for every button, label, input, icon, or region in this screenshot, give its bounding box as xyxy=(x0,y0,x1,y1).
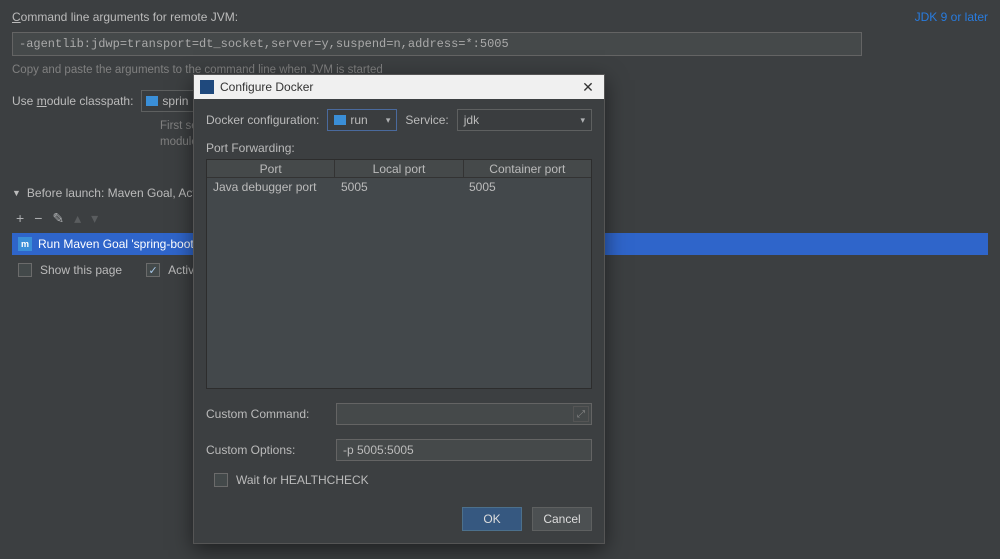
jdk-version-link[interactable]: JDK 9 or later xyxy=(915,10,988,24)
move-down-icon: ▾ xyxy=(91,210,98,227)
dialog-title: Configure Docker xyxy=(220,80,313,94)
maven-icon: m xyxy=(18,237,32,251)
custom-options-input[interactable]: -p 5005:5005 xyxy=(336,439,592,461)
cell-port-name: Java debugger port xyxy=(207,178,335,196)
docker-config-value: run xyxy=(350,113,367,127)
module-value: sprin xyxy=(162,94,188,108)
healthcheck-label: Wait for HEALTHCHECK xyxy=(236,473,369,487)
service-label: Service: xyxy=(405,113,448,127)
custom-command-label: Custom Command: xyxy=(206,407,326,421)
custom-command-input[interactable]: ⤢ xyxy=(336,403,592,425)
edit-icon[interactable]: ✎ xyxy=(52,210,64,227)
move-up-icon: ▴ xyxy=(74,210,81,227)
remove-icon[interactable]: − xyxy=(34,210,42,227)
chevron-down-icon: ▾ xyxy=(580,115,585,126)
show-this-page-option[interactable]: Show this page xyxy=(18,263,122,277)
before-launch-header: Before launch: Maven Goal, Activat xyxy=(27,186,214,200)
module-classpath-label: Use module classpath: xyxy=(12,90,133,108)
folder-icon xyxy=(334,115,346,125)
docker-config-label: Docker configuration: xyxy=(206,113,319,127)
col-container-port: Container port xyxy=(464,160,591,177)
chevron-down-icon: ▾ xyxy=(386,115,391,126)
table-row[interactable]: Java debugger port 5005 5005 xyxy=(207,178,591,196)
cancel-button[interactable]: Cancel xyxy=(532,507,592,531)
intellij-icon xyxy=(200,80,214,94)
custom-options-value: -p 5005:5005 xyxy=(343,443,414,457)
expand-triangle-icon[interactable]: ▼ xyxy=(12,188,21,198)
custom-options-label: Custom Options: xyxy=(206,443,326,457)
dialog-titlebar[interactable]: Configure Docker ✕ xyxy=(194,75,604,99)
table-header-row: Port Local port Container port xyxy=(207,160,591,178)
service-dropdown[interactable]: jdk ▾ xyxy=(457,109,592,131)
col-local-port: Local port xyxy=(335,160,463,177)
port-forwarding-table[interactable]: Port Local port Container port Java debu… xyxy=(206,159,592,389)
port-forwarding-label: Port Forwarding: xyxy=(206,141,592,155)
ok-button[interactable]: OK xyxy=(462,507,522,531)
checkbox-checked-icon: ✓ xyxy=(146,263,160,277)
close-icon[interactable]: ✕ xyxy=(578,79,598,96)
service-value: jdk xyxy=(464,113,479,127)
expand-icon[interactable]: ⤢ xyxy=(573,406,589,422)
configure-docker-dialog: Configure Docker ✕ Docker configuration:… xyxy=(193,74,605,544)
col-port: Port xyxy=(207,160,335,177)
checkbox-unchecked-icon xyxy=(18,263,32,277)
healthcheck-checkbox[interactable] xyxy=(214,473,228,487)
docker-config-dropdown[interactable]: run ▾ xyxy=(327,109,397,131)
cell-local-port: 5005 xyxy=(335,178,463,196)
maven-goal-text: Run Maven Goal 'spring-boot-v xyxy=(38,237,204,251)
show-this-page-label: Show this page xyxy=(40,263,122,277)
cmdline-args-field[interactable]: -agentlib:jdwp=transport=dt_socket,serve… xyxy=(12,32,862,56)
module-icon xyxy=(146,96,158,106)
cmdline-args-label: Command line arguments for remote JVM: xyxy=(12,10,238,24)
cell-container-port: 5005 xyxy=(463,178,591,196)
add-icon[interactable]: + xyxy=(16,210,24,227)
cmdline-args-value: -agentlib:jdwp=transport=dt_socket,serve… xyxy=(19,37,509,51)
